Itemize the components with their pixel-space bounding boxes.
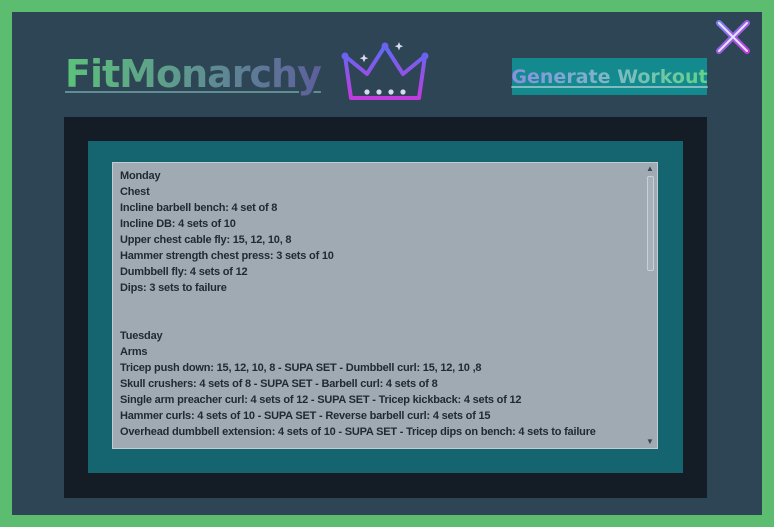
workout-line: Tricep push down: 15, 12, 10, 8 - SUPA S…: [120, 362, 482, 374]
vertical-scrollbar[interactable]: ▲ ▼: [644, 164, 656, 447]
workout-panel-outer: Monday Chest Incline barbell bench: 4 set …: [64, 117, 707, 498]
workout-textarea[interactable]: Monday Chest Incline barbell bench: 4 set …: [112, 162, 658, 449]
workout-line: Overhead dumbbell extension: 4 sets of 1…: [120, 426, 596, 438]
app-window: FitMonarchy Generate Workout Monday Ches…: [12, 12, 762, 515]
workout-line: Monday: [120, 170, 161, 182]
workout-line: Chest: [120, 186, 150, 198]
workout-text: Monday Chest Incline barbell bench: 4 set …: [120, 168, 641, 444]
generate-workout-button[interactable]: Generate Workout: [511, 58, 708, 95]
close-icon[interactable]: [714, 18, 752, 56]
workout-line: Single arm preacher curl: 4 sets of 12 -…: [120, 394, 522, 406]
workout-line: Skull crushers: 4 sets of 8 - SUPA SET -…: [120, 378, 438, 390]
workout-line: [120, 296, 641, 312]
workout-line: Dips: 3 sets to failure: [120, 282, 227, 294]
workout-line: Upper chest cable fly: 15, 12, 10, 8: [120, 234, 292, 246]
workout-line: Dumbbell fly: 4 sets of 12: [120, 266, 248, 278]
workout-line: Hammer strength chest press: 3 sets of 1…: [120, 250, 334, 262]
workout-line: Arms: [120, 346, 148, 358]
workout-line: [120, 312, 641, 328]
workout-line: Hammer curls: 4 sets of 10 - SUPA SET - …: [120, 410, 491, 422]
scroll-up-icon[interactable]: ▲: [644, 164, 656, 174]
workout-panel-inner: Monday Chest Incline barbell bench: 4 set …: [88, 141, 683, 473]
workout-line: Incline barbell bench: 4 set of 8: [120, 202, 278, 214]
workout-line: Incline DB: 4 sets of 10: [120, 218, 236, 230]
crown-icon: [341, 42, 429, 100]
generate-workout-label: Generate Workout: [511, 65, 708, 88]
scroll-down-icon[interactable]: ▼: [644, 437, 656, 447]
scroll-thumb[interactable]: [647, 176, 654, 271]
app-logo-text: FitMonarchy: [65, 52, 322, 96]
workout-line: Tuesday: [120, 330, 163, 342]
